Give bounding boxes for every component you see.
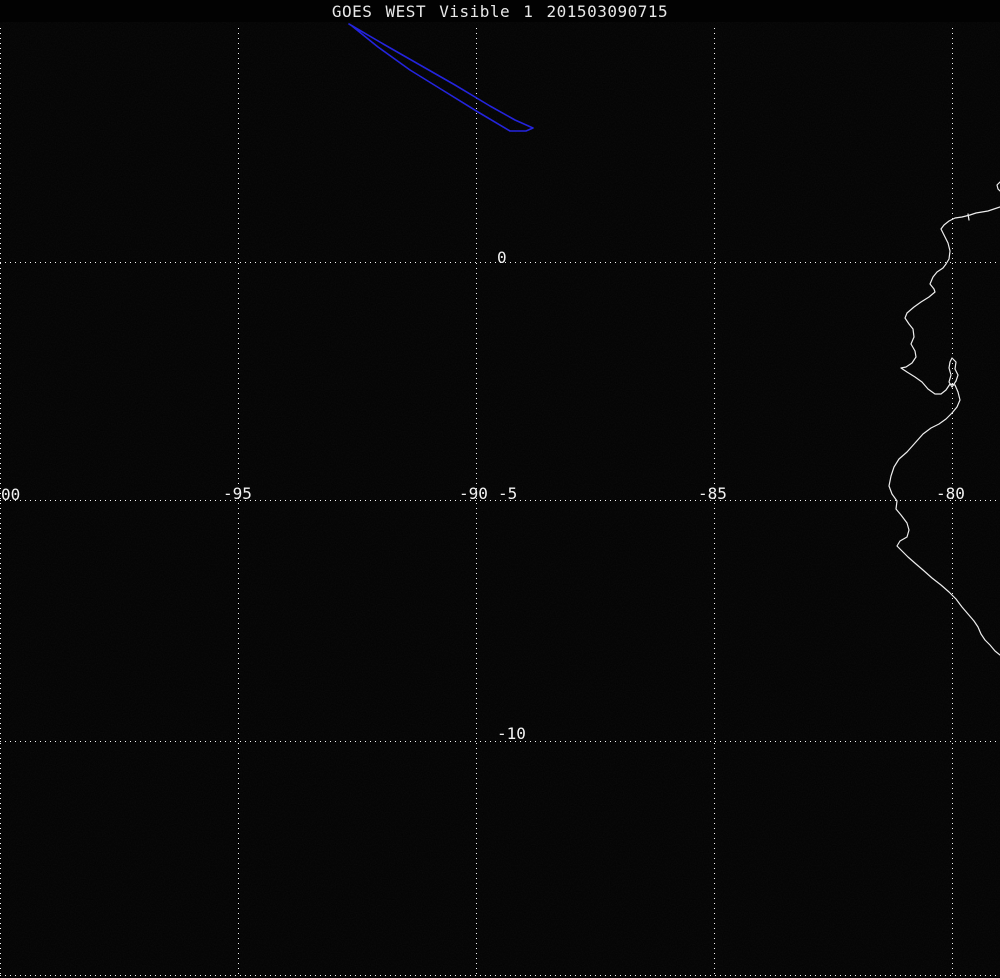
grid-label-lat-neg10: -10 — [497, 724, 526, 743]
satellite-image-viewer: GOES WEST Visible 1 201503090715 0 -5 -10 0… — [0, 0, 1000, 978]
coastline-path — [888, 206, 1000, 656]
grid-label-lat-0: 0 — [497, 248, 507, 267]
grid-label-lon-neg95: -95 — [223, 484, 252, 503]
grid-label-lat-neg5: -5 — [498, 484, 518, 503]
grid-label-lon-neg80: -80 — [936, 484, 965, 503]
storm-track-line — [348, 23, 534, 132]
grid-label-lon-neg100: 00 — [1, 485, 21, 504]
island-outline — [948, 357, 959, 388]
grid-label-lon-neg85: -85 — [698, 484, 727, 503]
grid-label-lon-neg90: -90 — [459, 484, 488, 503]
